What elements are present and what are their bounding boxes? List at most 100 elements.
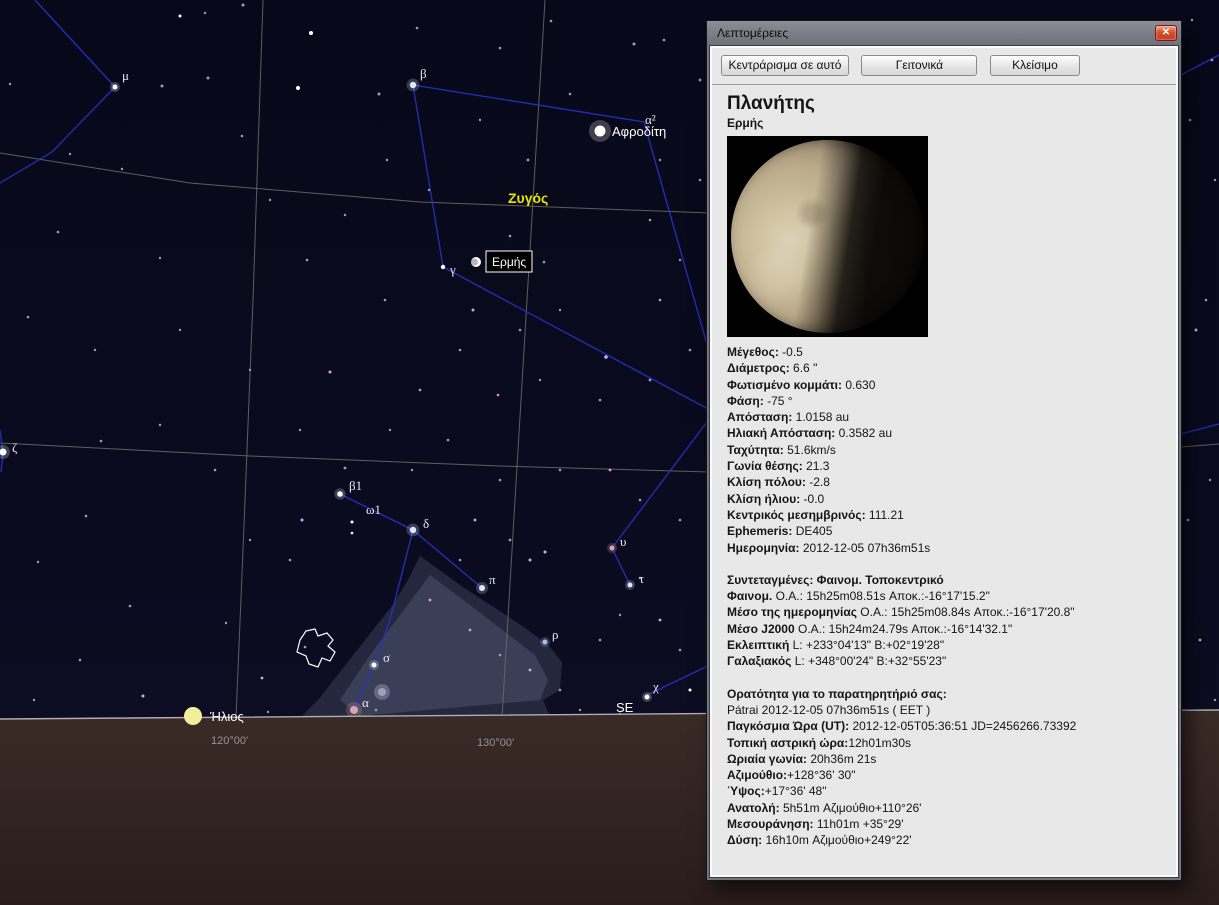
star: [389, 429, 391, 431]
star: [375, 709, 378, 712]
detail-row: Κλίση πόλου: -2.8: [727, 474, 1166, 490]
detail-row: Αζιμούθιο:+128°36' 30": [727, 767, 1166, 783]
star: [301, 519, 304, 522]
detail-row: Ταχύτητα: 51.6km/s: [727, 442, 1166, 458]
star: [121, 168, 123, 170]
star: [509, 539, 512, 542]
star: [469, 629, 472, 632]
star: [499, 47, 502, 50]
star: [497, 394, 500, 397]
star: [1214, 179, 1216, 181]
center-on-object-button[interactable]: Κεντράρισμα σε αυτό: [721, 55, 849, 76]
star: [604, 355, 608, 359]
star: [1187, 519, 1190, 522]
star: [1191, 19, 1193, 21]
star: [559, 469, 562, 472]
star: [527, 159, 530, 162]
star: [386, 159, 388, 161]
dialog-titlebar[interactable]: Λεπτομέρειες ✕: [707, 21, 1181, 45]
star: [429, 599, 432, 602]
star: [628, 583, 633, 588]
star: [1195, 329, 1198, 332]
detail-row: Pátrai 2012-12-05 07h36m51s ( EET ): [727, 702, 1166, 718]
detail-row: Τοπική αστρική ώρα:12h01m30s: [727, 735, 1166, 751]
star: [595, 126, 606, 137]
star: [296, 86, 300, 90]
details-dialog: Λεπτομέρειες ✕ Κεντράρισμα σε αυτό Γειτο…: [706, 20, 1182, 881]
detail-row: Ηλιακή Απόσταση: 0.3582 au: [727, 425, 1166, 441]
sky-object-label: δ: [423, 516, 429, 531]
star: [350, 706, 358, 714]
star: [519, 329, 522, 332]
star: [659, 619, 662, 622]
star: [33, 699, 35, 701]
close-button[interactable]: Κλείσιμο: [990, 55, 1080, 76]
star: [214, 469, 217, 472]
sky-object-label: Αφροδίτη: [612, 124, 666, 139]
star: [550, 20, 553, 23]
planet-image: [727, 136, 928, 337]
sky-object-label: χ: [652, 679, 659, 694]
cardinal-direction-label: SE: [616, 700, 634, 715]
star: [179, 329, 181, 331]
detail-row: Ephemeris: DE405: [727, 523, 1166, 539]
star: [378, 93, 381, 96]
star: [113, 85, 118, 90]
star: [609, 469, 612, 472]
detail-row: Ωριαία γωνία: 20h36m 21s: [727, 751, 1166, 767]
star: [633, 43, 636, 46]
sky-object-label: π: [489, 572, 496, 587]
detail-row: Μεσουράνηση: 11h01m +35°29': [727, 816, 1166, 832]
detail-row: Εκλειπτική L: +233°04'13" B:+02°19'28": [727, 637, 1166, 653]
star: [679, 649, 682, 652]
grid-coordinate-label: 130°00': [477, 737, 514, 749]
sky-object-label: ζ: [12, 440, 18, 455]
detail-row: Φάση: -75 °: [727, 393, 1166, 409]
star: [344, 467, 347, 470]
star: [649, 379, 652, 382]
star: [659, 159, 661, 161]
star: [610, 546, 615, 551]
star: [249, 369, 251, 371]
detail-row: Φωτισμένο κομμάτι: 0.630: [727, 377, 1166, 393]
sky-object-label: σ: [383, 650, 390, 665]
star: [27, 316, 30, 319]
neighbors-button[interactable]: Γειτονικά: [861, 55, 977, 76]
star: [543, 261, 546, 264]
grid-coordinate-label: 120°00': [211, 735, 248, 747]
star: [499, 479, 502, 482]
star: [416, 27, 419, 30]
sky-object-label: μ: [122, 68, 129, 83]
star: [249, 539, 251, 541]
star: [94, 349, 96, 351]
star: [428, 189, 430, 191]
star: [659, 299, 662, 302]
mercury-label: Ερμής: [492, 255, 526, 269]
detail-row: Συντεταγμένες: Φαινομ. Τοποκεντρικό: [727, 572, 1166, 588]
star: [689, 689, 692, 692]
detail-row: Γαλαξιακός L: +348°00'24" B:+32°55'23": [727, 653, 1166, 669]
star: [410, 82, 416, 88]
sky-object-label: ω1: [366, 502, 381, 517]
detail-row: Μέγεθος: -0.5: [727, 344, 1166, 360]
star: [159, 424, 161, 426]
close-icon[interactable]: ✕: [1155, 25, 1177, 41]
star: [69, 153, 71, 155]
star: [304, 646, 307, 649]
star: [1209, 479, 1211, 481]
star: [529, 559, 532, 562]
star: [204, 12, 206, 14]
star: [225, 622, 227, 624]
star: [129, 605, 132, 608]
star: [459, 349, 462, 352]
star: [543, 640, 548, 645]
sun-marker: [184, 707, 202, 725]
sky-object-label: α: [362, 695, 369, 710]
star: [539, 379, 541, 381]
star: [699, 79, 702, 82]
detail-row: Μέσο της ημερομηνίας O.A.: 15h25m08.84s …: [727, 604, 1166, 620]
star: [689, 349, 692, 352]
detail-row: Δύση: 16h10m Αζιμούθιο+249°22': [727, 832, 1166, 848]
star: [306, 259, 309, 262]
star: [1205, 299, 1208, 302]
